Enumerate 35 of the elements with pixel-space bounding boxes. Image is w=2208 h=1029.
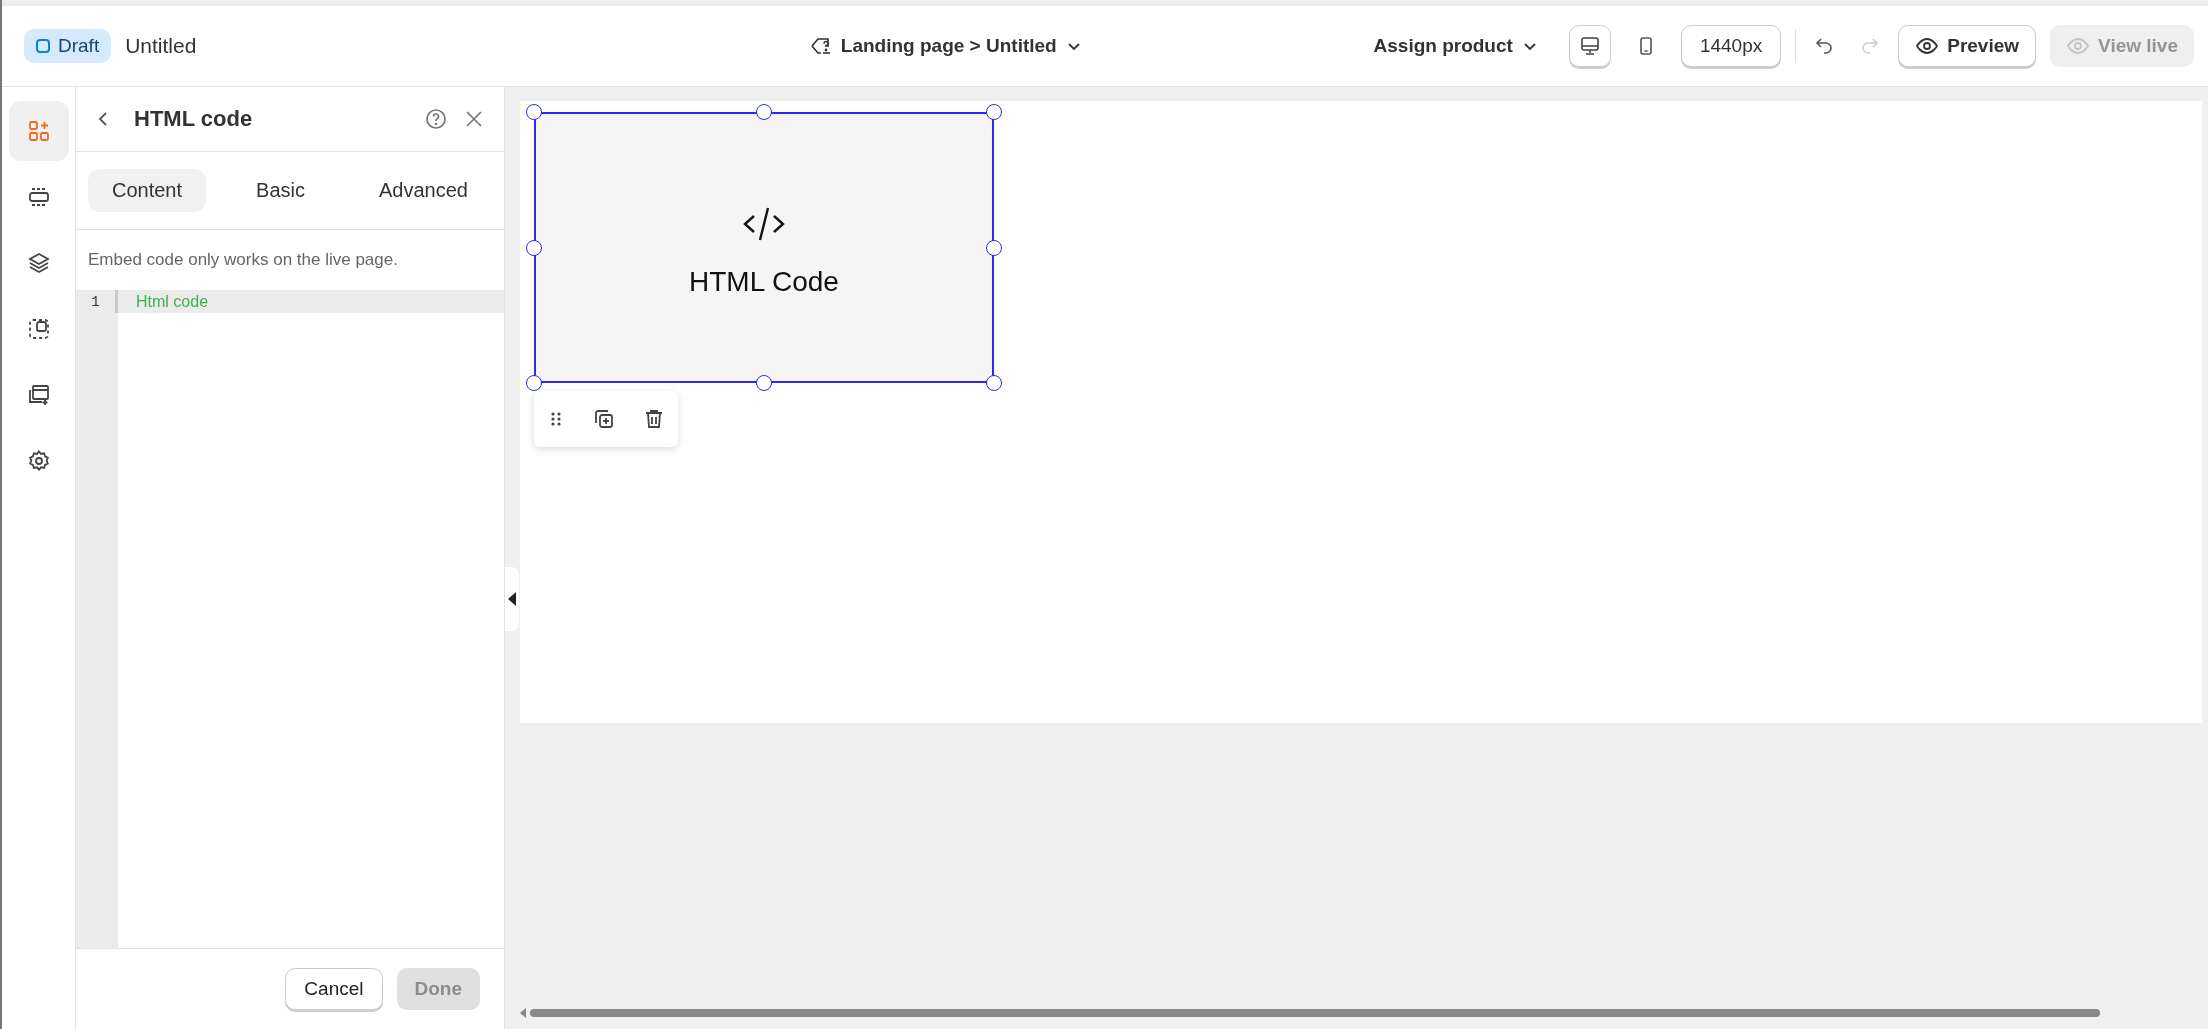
add-tool-button[interactable] <box>8 101 69 161</box>
section-icon <box>26 185 51 209</box>
block-label: HTML Code <box>689 265 839 298</box>
html-code-block[interactable]: HTML Code <box>534 112 994 383</box>
select-icon <box>26 317 51 341</box>
settings-icon <box>26 449 51 473</box>
monitor-icon <box>1578 35 1601 57</box>
add-widget-icon <box>26 119 51 143</box>
assign-product-dropdown[interactable]: Assign product <box>1367 34 1545 58</box>
layers-icon <box>26 251 51 275</box>
pages-icon <box>26 383 51 407</box>
resize-handle[interactable] <box>756 375 772 391</box>
code-editor[interactable]: 1 Html code <box>76 290 504 949</box>
tab[interactable]: Content <box>88 169 207 212</box>
embed-note: Embed code only works on the live page. <box>87 249 399 271</box>
preview-button[interactable]: Preview <box>1898 25 2037 67</box>
collapse-panel-handle[interactable] <box>505 567 519 631</box>
cancel-button[interactable]: Cancel <box>285 968 383 1010</box>
resize-handle[interactable] <box>526 239 542 256</box>
help-icon[interactable] <box>424 107 448 131</box>
resize-handle[interactable] <box>526 375 542 391</box>
code-placeholder: Html code <box>135 291 209 312</box>
page-selector[interactable]: Landing page > Untitled <box>804 30 1087 62</box>
resize-handle[interactable] <box>526 104 542 120</box>
tab[interactable]: Basic <box>232 169 329 212</box>
resize-handle[interactable] <box>986 375 1002 391</box>
page-title: Untitled <box>125 34 197 58</box>
panel-title: HTML code <box>134 106 254 132</box>
tab[interactable]: Advanced <box>355 169 492 212</box>
resize-handle[interactable] <box>756 104 772 120</box>
desktop-view-button[interactable] <box>1568 25 1611 67</box>
width-button[interactable]: 1440px <box>1680 25 1782 67</box>
duplicate-icon[interactable] <box>592 407 616 431</box>
resize-handle[interactable] <box>986 104 1002 120</box>
status-badge: Draft <box>24 29 112 63</box>
